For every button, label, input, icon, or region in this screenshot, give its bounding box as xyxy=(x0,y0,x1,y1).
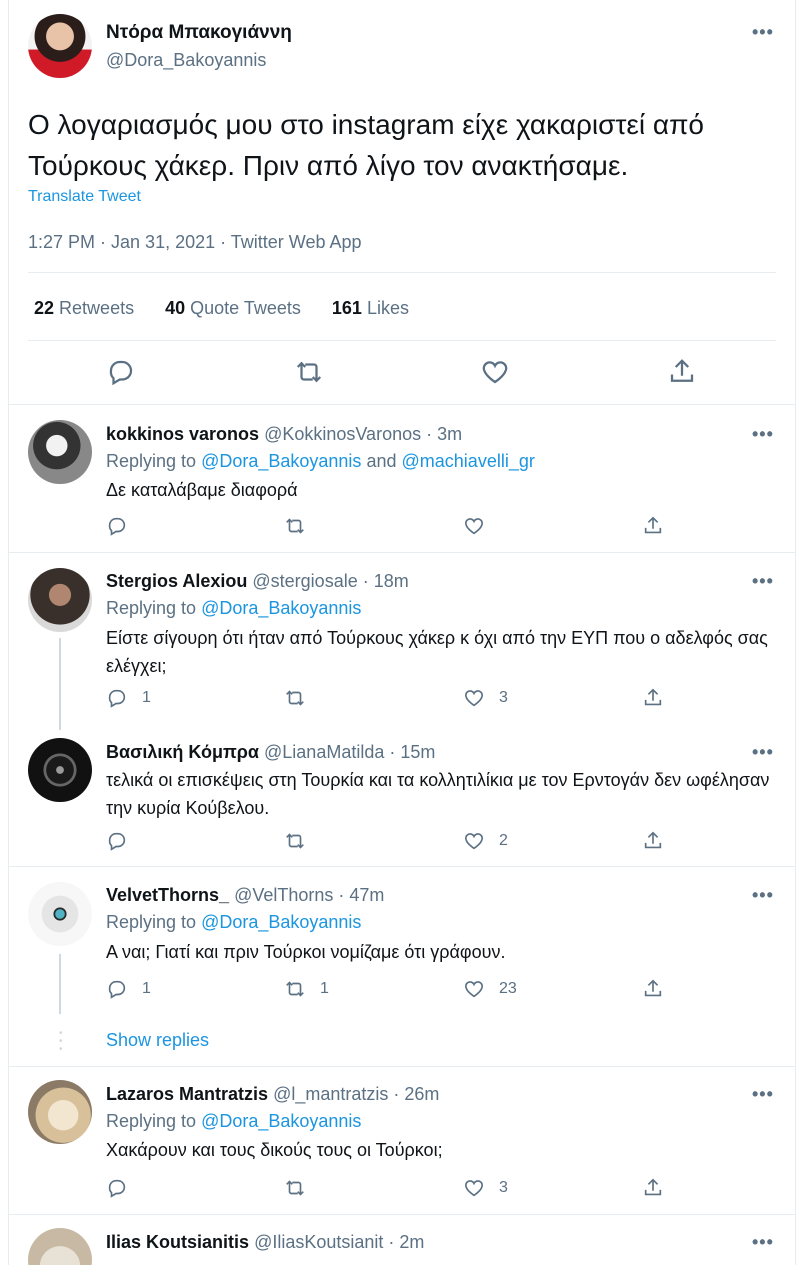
divider xyxy=(28,340,776,341)
retweet-icon[interactable] xyxy=(284,686,320,710)
reply-author[interactable]: VelvetThorns_ @VelThorns · 47m xyxy=(106,885,384,906)
tweet-text: Ο λογαριασμός μου στο instagram είχε χακ… xyxy=(28,109,704,181)
divider xyxy=(8,404,796,405)
like-icon[interactable]: 3 xyxy=(463,686,508,710)
reply-actions: 3 xyxy=(106,1176,686,1200)
reply-icon[interactable] xyxy=(106,357,136,387)
reply-author[interactable]: Ilias Koutsianitis @IliasKoutsianit · 2m xyxy=(106,1232,424,1253)
retweet-icon[interactable] xyxy=(284,829,320,853)
retweets-stat[interactable]: 22 Retweets xyxy=(34,298,134,319)
mention-link[interactable]: @Dora_Bakoyannis xyxy=(201,1111,361,1131)
divider xyxy=(8,866,796,867)
divider xyxy=(8,1066,796,1067)
share-icon[interactable] xyxy=(642,977,678,1001)
author-name[interactable]: Ντόρα Μπακογιάννη xyxy=(106,22,292,44)
reply-text: Δε καταλάβαμε διαφορά xyxy=(106,480,298,500)
reply-actions: 2 xyxy=(106,829,686,853)
reply-author[interactable]: Lazaros Mantratzis @l_mantratzis · 26m xyxy=(106,1084,439,1105)
share-icon[interactable] xyxy=(642,829,678,853)
more-options-icon[interactable]: ••• xyxy=(752,1084,774,1105)
avatar[interactable] xyxy=(28,738,92,802)
author-handle[interactable]: @Dora_Bakoyannis xyxy=(106,50,266,71)
like-icon[interactable]: 23 xyxy=(463,977,517,1001)
thread-line xyxy=(59,638,61,730)
more-options-icon[interactable]: ••• xyxy=(752,1232,774,1253)
tweet-stats: 22 Retweets 40 Quote Tweets 161 Likes xyxy=(34,298,435,319)
reply-author[interactable]: kokkinos varonos @KokkinosVaronos · 3m xyxy=(106,424,462,445)
mention-link[interactable]: @machiavelli_gr xyxy=(402,451,535,471)
thread-line xyxy=(59,954,61,1014)
share-icon[interactable] xyxy=(667,357,697,387)
more-options-icon[interactable]: ••• xyxy=(752,22,774,43)
reply-text: Α ναι; Γιατί και πριν Τούρκοι νομίζαμε ό… xyxy=(106,942,506,962)
thread-dots: • • • xyxy=(59,1028,63,1055)
divider xyxy=(8,552,796,553)
reply-icon[interactable]: 1 xyxy=(106,977,151,1001)
avatar[interactable] xyxy=(28,1080,92,1144)
mention-link[interactable]: @Dora_Bakoyannis xyxy=(201,451,361,471)
reply-text: τελικά οι επισκέψεις στη Τουρκία και τα … xyxy=(106,770,770,818)
reply-icon[interactable] xyxy=(106,514,142,538)
share-icon[interactable] xyxy=(642,514,678,538)
more-options-icon[interactable]: ••• xyxy=(752,571,774,592)
more-options-icon[interactable]: ••• xyxy=(752,885,774,906)
reply-author[interactable]: Βασιλική Κόμπρα @LianaMatilda · 15m xyxy=(106,742,435,763)
reply-text: Είστε σίγουρη ότι ήταν από Τούρκους χάκε… xyxy=(106,628,768,676)
like-icon[interactable] xyxy=(480,357,510,387)
reply-actions: 1 1 23 xyxy=(106,977,686,1001)
avatar[interactable] xyxy=(28,882,92,946)
divider xyxy=(28,272,776,273)
replying-to: Replying to @Dora_Bakoyannis xyxy=(106,598,362,618)
share-icon[interactable] xyxy=(642,1176,678,1200)
avatar[interactable] xyxy=(28,568,92,632)
translate-tweet-link[interactable]: Translate Tweet xyxy=(28,188,141,206)
avatar[interactable] xyxy=(28,420,92,484)
mention-link[interactable]: @Dora_Bakoyannis xyxy=(201,598,361,618)
share-icon[interactable] xyxy=(642,686,678,710)
mention-link[interactable]: @Dora_Bakoyannis xyxy=(201,912,361,932)
replying-to: Replying to @Dora_Bakoyannis and @machia… xyxy=(106,451,535,471)
avatar[interactable] xyxy=(28,14,92,78)
like-icon[interactable]: 2 xyxy=(463,829,508,853)
reply-author[interactable]: Stergios Alexiou @stergiosale · 18m xyxy=(106,571,409,592)
reply-text: Χακάρουν και τους δικούς τους οι Τούρκοι… xyxy=(106,1140,443,1160)
replying-to: Replying to @Dora_Bakoyannis xyxy=(106,912,362,932)
reply-icon[interactable] xyxy=(106,829,142,853)
quote-tweets-stat[interactable]: 40 Quote Tweets xyxy=(165,298,301,319)
like-icon[interactable] xyxy=(463,514,499,538)
retweet-icon[interactable] xyxy=(284,1176,320,1200)
reply-icon[interactable]: 1 xyxy=(106,686,151,710)
tweet-timestamp[interactable]: 1:27 PM · Jan 31, 2021 · Twitter Web App xyxy=(28,232,362,253)
like-icon[interactable]: 3 xyxy=(463,1176,508,1200)
reply-actions: 1 3 xyxy=(106,686,686,710)
retweet-icon[interactable] xyxy=(284,514,320,538)
retweet-icon[interactable] xyxy=(294,357,324,387)
likes-stat[interactable]: 161 Likes xyxy=(332,298,409,319)
more-options-icon[interactable]: ••• xyxy=(752,742,774,763)
reply-actions xyxy=(106,514,686,538)
retweet-icon[interactable]: 1 xyxy=(284,977,329,1001)
reply-icon[interactable] xyxy=(106,1176,142,1200)
more-options-icon[interactable]: ••• xyxy=(752,424,774,445)
show-replies-link[interactable]: Show replies xyxy=(106,1030,209,1051)
divider xyxy=(8,1214,796,1215)
replying-to: Replying to @Dora_Bakoyannis xyxy=(106,1111,362,1131)
